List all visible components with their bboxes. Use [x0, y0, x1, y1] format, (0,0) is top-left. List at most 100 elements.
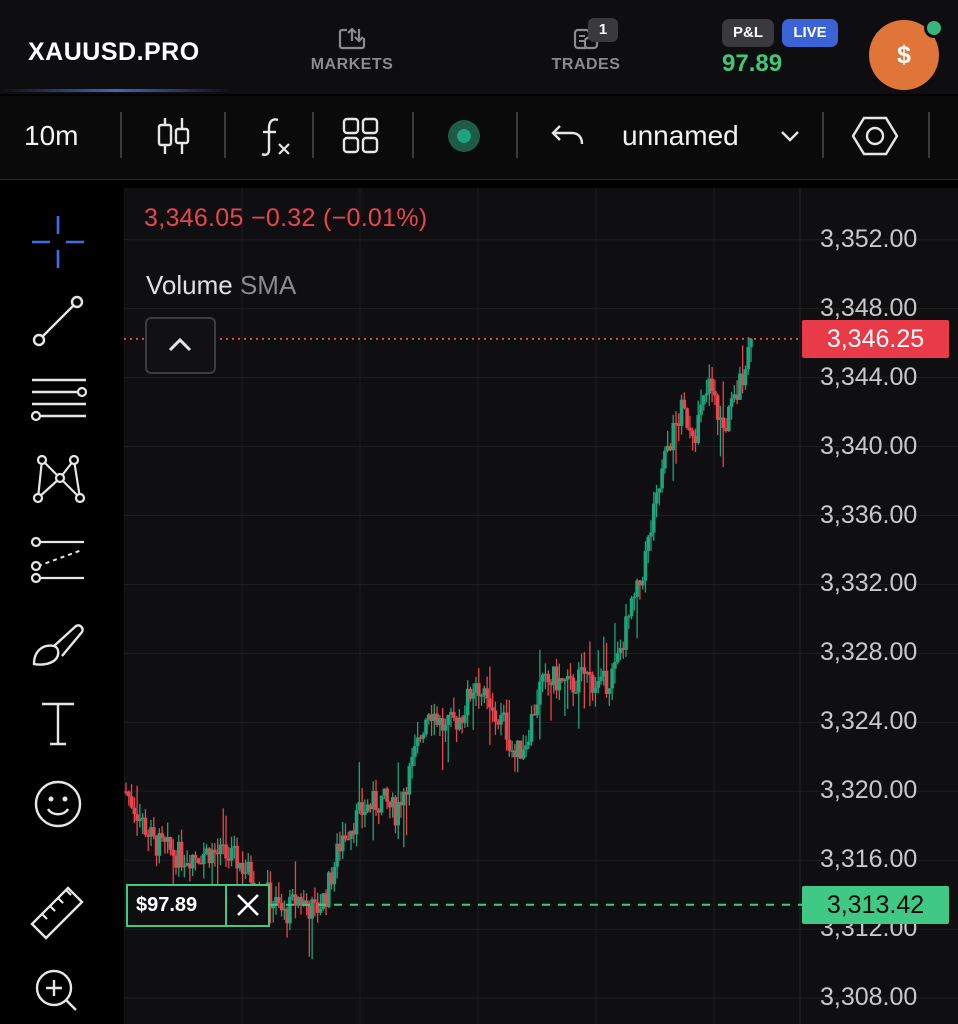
candle-body [276, 897, 281, 903]
candle-body [643, 550, 648, 581]
settings-button[interactable] [850, 114, 900, 163]
candle-body [682, 399, 687, 409]
crosshair-tool[interactable] [24, 212, 94, 272]
candle-body [126, 791, 131, 797]
candle-body [721, 417, 726, 429]
projection-tool[interactable] [24, 532, 94, 592]
candle-body [746, 347, 751, 370]
candle-body [179, 841, 184, 868]
candle-body [343, 835, 348, 839]
indicators-icon [261, 118, 290, 156]
candle-body [507, 739, 512, 751]
top-nav: XAUUSD.PRO MARKETS TRADES 1 P&L LIVE 97.… [0, 0, 958, 94]
candle-body [421, 734, 426, 739]
chart-type-button[interactable] [154, 114, 194, 163]
candle-body [160, 833, 164, 838]
collapse-indicators-button[interactable] [145, 317, 216, 374]
pnl-badge: P&L [722, 19, 774, 47]
layout-name-selector[interactable]: unnamed [622, 120, 739, 152]
candle-body [476, 683, 481, 696]
layouts-button[interactable] [340, 114, 382, 163]
y-tick-label: 3,344.00 [820, 362, 918, 391]
horizontal-lines-icon [30, 378, 88, 422]
volume-label: Volume [146, 270, 233, 300]
candle-body [535, 704, 539, 716]
emoji-tool[interactable] [24, 774, 94, 834]
candle-body [729, 398, 734, 407]
pattern-tool[interactable] [24, 448, 94, 508]
record-button[interactable] [444, 114, 484, 163]
live-badge[interactable]: LIVE [782, 19, 838, 47]
nav-markets-label: MARKETS [310, 56, 394, 73]
brush-tool[interactable] [24, 614, 94, 674]
candle-body [132, 807, 137, 815]
candle-body [576, 669, 581, 693]
candle-body [168, 836, 173, 850]
ruler-tool[interactable] [24, 880, 94, 940]
toolbar-divider [928, 112, 930, 158]
candle-body [490, 707, 495, 711]
candle-body [143, 817, 148, 835]
candle-body [224, 844, 228, 859]
candle-body [521, 749, 526, 759]
candlestick-icon [157, 118, 190, 154]
y-tick-label: 3,336.00 [820, 500, 918, 529]
candle-body [663, 450, 667, 469]
candle-body [646, 536, 651, 551]
y-tick-label: 3,320.00 [820, 776, 918, 805]
candle-body [379, 795, 384, 813]
candle-body [271, 905, 276, 909]
chart-toolbar: 10m unnamed [0, 96, 958, 180]
online-status-dot [924, 18, 944, 38]
candle-body [485, 688, 489, 699]
layout-dropdown[interactable] [776, 114, 804, 163]
nav-trades-label: TRADES [551, 56, 621, 73]
crosshair-icon [32, 216, 84, 268]
undo-icon [551, 125, 584, 145]
candle-body [651, 503, 656, 533]
toolbar-divider [412, 112, 414, 158]
brush-icon [32, 624, 84, 666]
candle-body [249, 861, 253, 883]
price-chart[interactable]: 3,346.05 −0.32 (−0.01%) Volume SMA 3,352… [124, 188, 958, 1024]
candle-body [596, 680, 601, 688]
undo-button[interactable] [548, 114, 588, 163]
candle-body [213, 849, 217, 853]
candle-body [243, 872, 248, 874]
candle-body [288, 896, 292, 924]
candle-body [424, 719, 428, 735]
brand-logo[interactable]: XAUUSD.PRO [28, 38, 200, 67]
candle-body [649, 532, 653, 537]
candle-body [443, 724, 448, 731]
candle-body [563, 679, 567, 682]
y-tick-label: 3,348.00 [820, 293, 918, 322]
candle-body [593, 687, 598, 693]
projection-icon [30, 536, 84, 584]
candle-body [313, 899, 317, 903]
horizontal-lines-tool[interactable] [24, 368, 94, 428]
interval-selector[interactable]: 10m [24, 120, 78, 152]
text-tool[interactable] [24, 694, 94, 754]
candle-body [151, 827, 156, 836]
candle-body [671, 422, 676, 451]
chevron-down-icon [781, 131, 799, 142]
indicators-button[interactable] [256, 114, 296, 163]
candle-body [574, 692, 578, 694]
nav-markets[interactable]: MARKETS [306, 26, 398, 74]
y-tick-label: 3,328.00 [820, 638, 918, 667]
candle-body [688, 427, 692, 431]
candle-body [626, 616, 631, 618]
candle-body [504, 712, 509, 740]
toolbar-divider [822, 112, 824, 158]
toolbar-divider [224, 112, 226, 158]
volume-indicator-label[interactable]: Volume SMA [146, 270, 296, 301]
candle-body [193, 854, 198, 859]
candle-body [546, 673, 551, 683]
close-position-button[interactable] [225, 883, 270, 927]
candle-body [451, 711, 456, 718]
candle-body [499, 714, 503, 725]
zoom-in-tool[interactable] [24, 960, 94, 1020]
candle-body [685, 408, 689, 428]
trend-line-tool[interactable] [24, 290, 94, 350]
candle-body [713, 391, 717, 396]
